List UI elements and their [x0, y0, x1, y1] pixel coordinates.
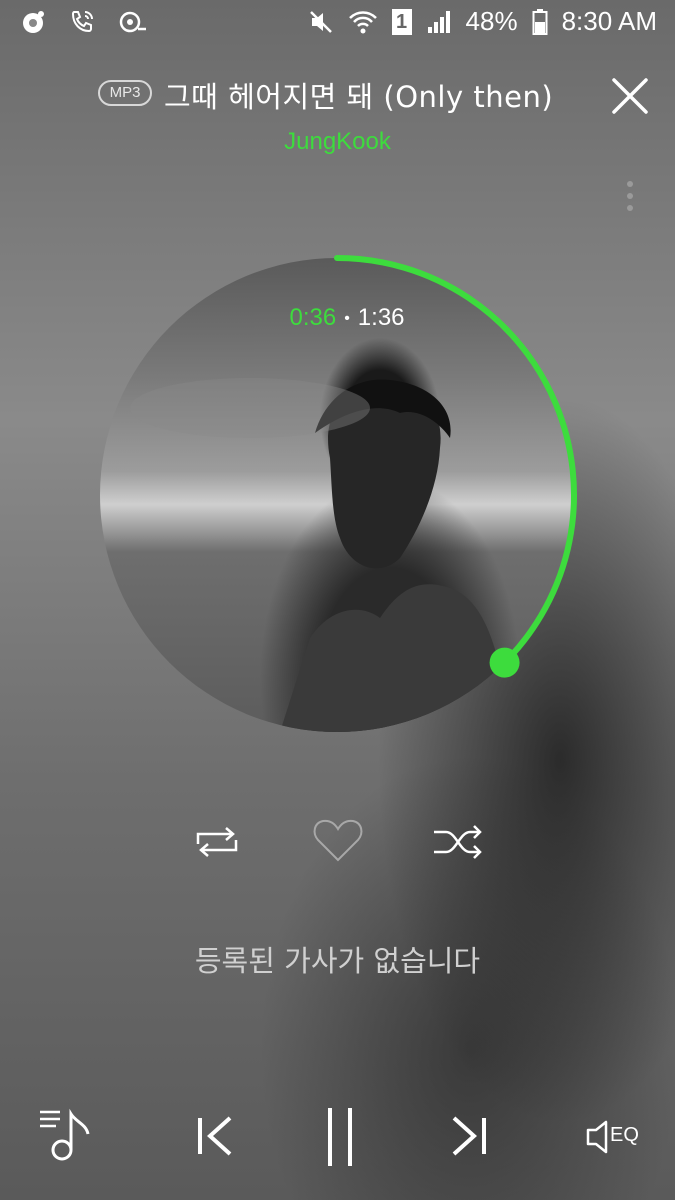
wifi-icon	[348, 9, 378, 35]
shuffle-icon	[434, 825, 482, 859]
more-vertical-icon	[627, 181, 633, 211]
clock: 8:30 AM	[561, 6, 657, 36]
pause-button[interactable]	[322, 1106, 358, 1172]
signal-icon	[426, 9, 452, 35]
progress-ring[interactable]	[90, 248, 584, 742]
previous-button[interactable]	[194, 1114, 238, 1162]
music-app-icon	[20, 9, 46, 35]
next-button[interactable]	[446, 1114, 490, 1162]
song-title: 그때 헤어지면 돼 (Only then)	[164, 80, 554, 114]
transport-bar: EQ	[0, 1100, 675, 1176]
playback-options	[0, 818, 675, 866]
next-icon	[452, 1116, 486, 1156]
equalizer-button[interactable]: EQ	[584, 1116, 644, 1156]
battery-percent: 48%	[465, 6, 518, 36]
progress-arc	[334, 255, 577, 666]
pause-icon	[328, 1108, 352, 1166]
close-button[interactable]	[608, 74, 652, 118]
previous-icon	[198, 1116, 232, 1156]
equalizer-icon	[586, 1120, 608, 1154]
more-options-button[interactable]	[620, 178, 640, 218]
playlist-icon	[40, 1108, 90, 1161]
shuffle-button[interactable]	[432, 822, 484, 862]
format-badge: MP3	[98, 80, 152, 106]
like-button[interactable]	[312, 818, 364, 864]
album-art-player: 0:36 • 1:36	[90, 248, 584, 742]
track-header: MP3 그때 헤어지면 돼 (Only then)	[0, 76, 675, 116]
eq-label: EQ	[610, 1124, 639, 1146]
playlist-button[interactable]	[38, 1108, 94, 1168]
status-bar: 1 48% 8:30 AM	[0, 0, 675, 48]
sim-slot-indicator: 1	[391, 8, 412, 35]
lyrics-message[interactable]: 등록된 가사가 없습니다	[0, 938, 675, 980]
voicemail-icon	[118, 9, 148, 35]
artist-name[interactable]: JungKook	[0, 128, 675, 156]
phone-call-icon	[68, 8, 96, 36]
heart-icon	[313, 819, 363, 862]
close-icon	[612, 78, 648, 114]
battery-icon	[532, 8, 548, 36]
repeat-icon	[196, 827, 238, 857]
repeat-button[interactable]	[192, 822, 242, 862]
mute-icon	[308, 9, 334, 35]
progress-knob[interactable]	[489, 647, 520, 678]
